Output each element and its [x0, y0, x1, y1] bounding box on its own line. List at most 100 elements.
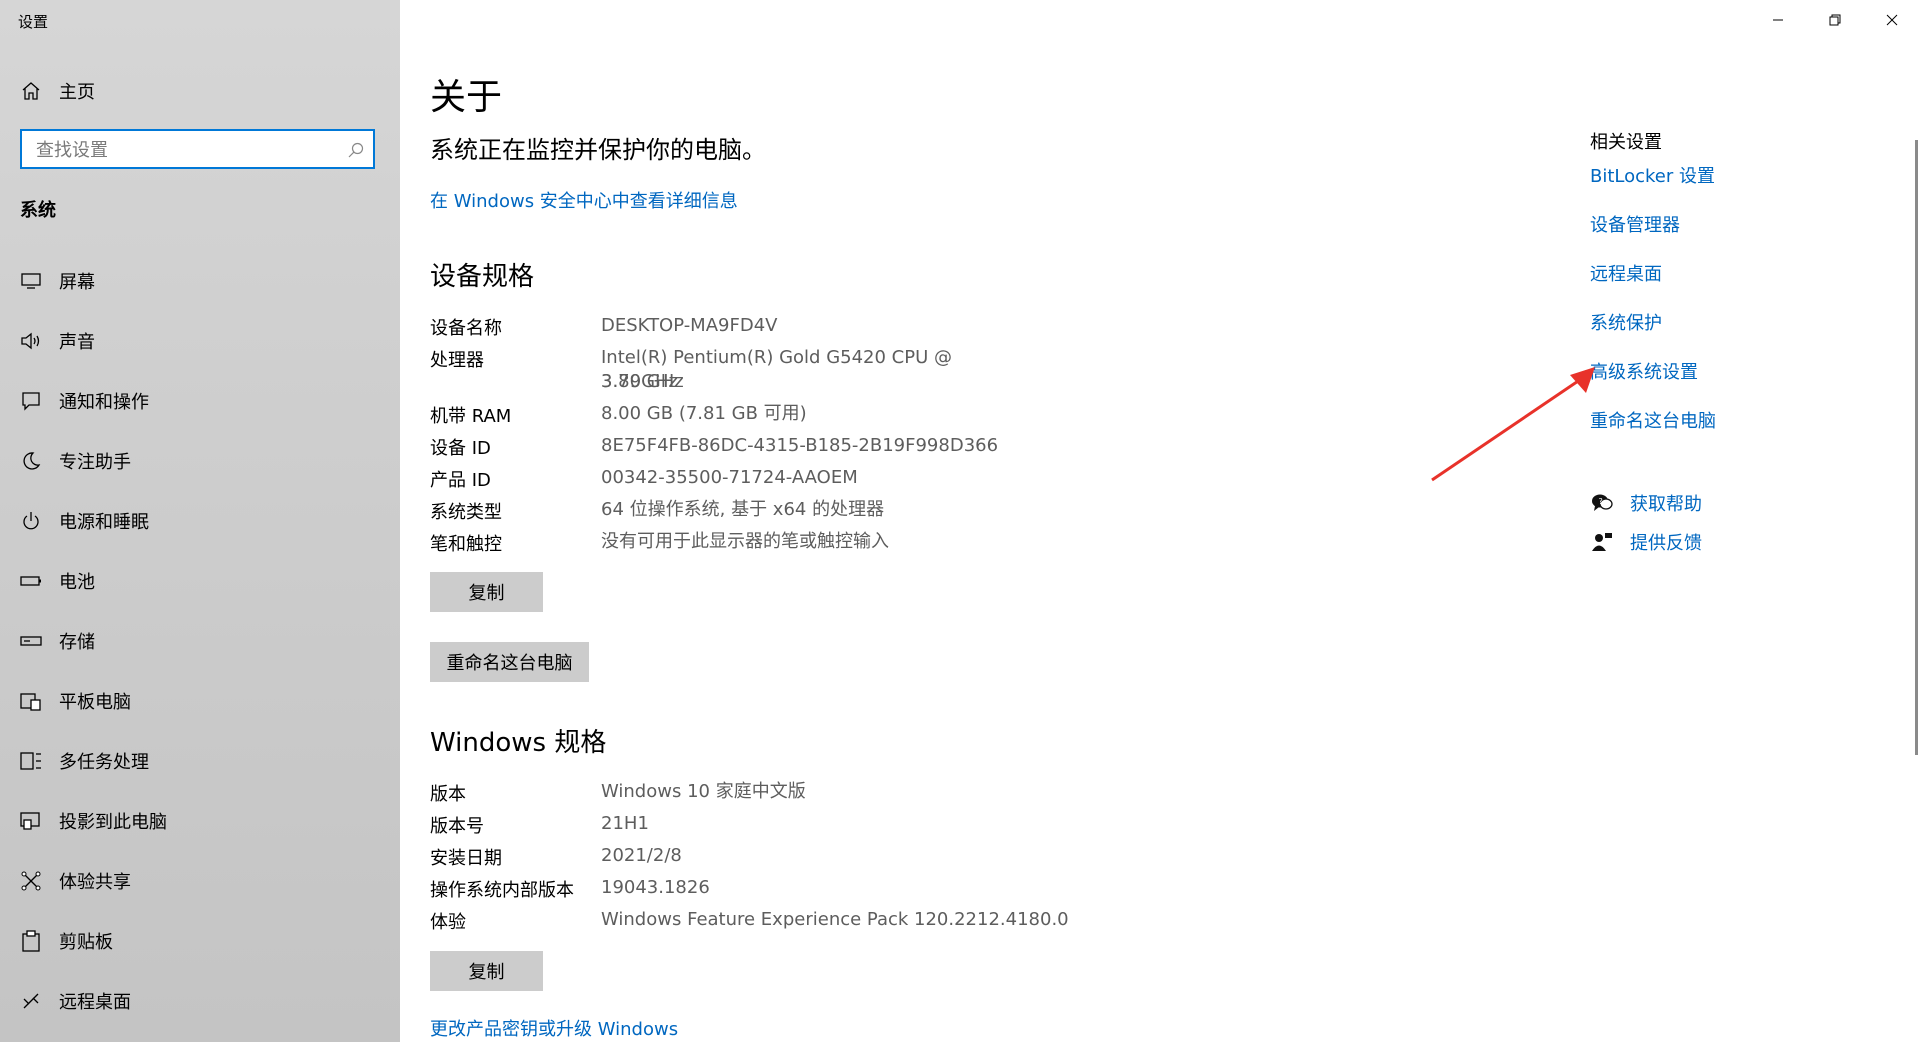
storage-icon: [20, 630, 42, 652]
sidebar-item-shared-experiences[interactable]: 体验共享: [0, 859, 400, 903]
spec-key: 产品 ID: [430, 470, 491, 491]
related-settings-title: 相关设置: [1590, 132, 1662, 153]
sidebar-item-battery[interactable]: 电池: [0, 559, 400, 603]
get-help-link[interactable]: 获取帮助: [1630, 490, 1702, 516]
sidebar-item-tablet[interactable]: 平板电脑: [0, 679, 400, 723]
spec-value: DESKTOP-MA9FD4V: [601, 315, 778, 336]
sidebar-item-storage[interactable]: 存储: [0, 619, 400, 663]
remote-icon: [20, 990, 42, 1012]
windows-specs-heading: Windows 规格: [430, 728, 607, 758]
sidebar-item-project[interactable]: 投影到此电脑: [0, 799, 400, 843]
restore-icon: [1829, 14, 1841, 26]
remote-desktop-link[interactable]: 远程桌面: [1590, 260, 1662, 286]
search-icon[interactable]: [347, 141, 365, 159]
battery-icon: [20, 570, 42, 592]
restore-button[interactable]: [1807, 0, 1863, 40]
sidebar-item-label: 主页: [59, 82, 95, 103]
sidebar-item-label: 远程桌面: [59, 992, 131, 1013]
sidebar-item-label: 屏幕: [59, 272, 95, 293]
share-icon: [20, 870, 42, 892]
feedback-row[interactable]: 提供反馈: [1590, 529, 1702, 555]
sidebar-item-label: 电源和睡眠: [59, 512, 149, 533]
notification-icon: [20, 390, 42, 412]
feedback-icon: [1590, 530, 1614, 554]
rename-pc-button[interactable]: 重命名这台电脑: [430, 642, 589, 682]
spec-key: 设备 ID: [430, 438, 491, 459]
spec-value-line2: 3.79 GHz: [601, 371, 684, 392]
sidebar-item-power[interactable]: 电源和睡眠: [0, 499, 400, 543]
search-input[interactable]: [34, 137, 338, 163]
spec-value: 8.00 GB (7.81 GB 可用): [601, 403, 807, 424]
security-center-link[interactable]: 在 Windows 安全中心中查看详细信息: [430, 187, 738, 213]
spec-value: Windows 10 家庭中文版: [601, 781, 806, 802]
home-icon: [20, 80, 42, 102]
feedback-link[interactable]: 提供反馈: [1630, 529, 1702, 555]
spec-value: 19043.1826: [601, 877, 710, 898]
device-specs-heading: 设备规格: [430, 262, 535, 292]
main-content: 关于 系统正在监控并保护你的电脑。 在 Windows 安全中心中查看详细信息 …: [400, 0, 1920, 1042]
multitask-icon: [20, 750, 42, 772]
moon-icon: [20, 450, 42, 472]
svg-text:?: ?: [1599, 497, 1603, 506]
spec-value: 64 位操作系统, 基于 x64 的处理器: [601, 499, 885, 520]
minimize-icon: [1773, 19, 1783, 21]
sidebar-item-label: 平板电脑: [59, 692, 131, 713]
get-help-row[interactable]: ? 获取帮助: [1590, 490, 1702, 516]
copy-device-specs-button[interactable]: 复制: [430, 572, 543, 612]
spec-key: 版本号: [430, 816, 484, 837]
spec-value: 8E75F4FB-86DC-4315-B185-2B19F998D366: [601, 435, 999, 456]
sidebar-item-label: 专注助手: [59, 452, 131, 473]
sidebar-item-label: 体验共享: [59, 872, 131, 893]
device-manager-link[interactable]: 设备管理器: [1590, 211, 1680, 237]
spec-key: 笔和触控: [430, 534, 502, 555]
sidebar-item-label: 电池: [59, 572, 95, 593]
sidebar-item-notifications[interactable]: 通知和操作: [0, 379, 400, 423]
rename-pc-link[interactable]: 重命名这台电脑: [1590, 407, 1716, 433]
system-protection-link[interactable]: 系统保护: [1590, 309, 1662, 335]
spec-key: 处理器: [430, 350, 484, 371]
copy-windows-specs-button[interactable]: 复制: [430, 951, 543, 991]
sidebar-item-label: 通知和操作: [59, 392, 149, 413]
sidebar-section-title: 系统: [20, 200, 56, 221]
spec-value: 没有可用于此显示器的笔或触控输入: [601, 531, 889, 552]
sidebar-item-focus[interactable]: 专注助手: [0, 439, 400, 483]
sidebar: 设置 主页 系统 屏幕 声音 通知和操作 专注助手 电源和睡眠 电池 存储: [0, 0, 400, 1042]
spec-value: 00342-35500-71724-AAOEM: [601, 467, 858, 488]
spec-value: Windows Feature Experience Pack 120.2212…: [601, 909, 1069, 930]
change-product-key-link[interactable]: 更改产品密钥或升级 Windows: [430, 1015, 678, 1041]
spec-key: 体验: [430, 912, 466, 933]
close-icon: [1886, 14, 1898, 26]
spec-key: 设备名称: [430, 318, 502, 339]
page-title: 关于: [430, 77, 503, 118]
minimize-button[interactable]: [1750, 0, 1806, 40]
power-icon: [20, 510, 42, 532]
sidebar-item-label: 投影到此电脑: [59, 812, 167, 833]
monitor-icon: [20, 270, 42, 292]
advanced-system-settings-link[interactable]: 高级系统设置: [1590, 358, 1698, 384]
protection-status-text: 系统正在监控并保护你的电脑。: [430, 136, 766, 164]
search-box: [20, 129, 375, 169]
speaker-icon: [20, 330, 42, 352]
spec-value: 2021/2/8: [601, 845, 682, 866]
sidebar-item-sound[interactable]: 声音: [0, 319, 400, 363]
sidebar-item-home[interactable]: 主页: [0, 69, 400, 113]
tablet-icon: [20, 690, 42, 712]
sidebar-item-multitasking[interactable]: 多任务处理: [0, 739, 400, 783]
spec-key: 机带 RAM: [430, 406, 512, 427]
help-chat-icon: ?: [1590, 491, 1614, 515]
sidebar-item-clipboard[interactable]: 剪贴板: [0, 919, 400, 963]
sidebar-item-label: 存储: [59, 632, 95, 653]
sidebar-item-label: 剪贴板: [59, 932, 113, 953]
spec-key: 安装日期: [430, 848, 502, 869]
spec-key: 操作系统内部版本: [430, 880, 574, 901]
sidebar-item-remote-desktop[interactable]: 远程桌面: [0, 979, 400, 1023]
clipboard-icon: [20, 930, 42, 952]
spec-key: 版本: [430, 784, 466, 805]
spec-value: 21H1: [601, 813, 649, 834]
project-icon: [20, 810, 42, 832]
bitlocker-settings-link[interactable]: BitLocker 设置: [1590, 162, 1715, 188]
sidebar-item-display[interactable]: 屏幕: [0, 259, 400, 303]
window-title: 设置: [18, 13, 49, 31]
scrollbar[interactable]: [1915, 140, 1918, 755]
close-button[interactable]: [1864, 0, 1920, 40]
